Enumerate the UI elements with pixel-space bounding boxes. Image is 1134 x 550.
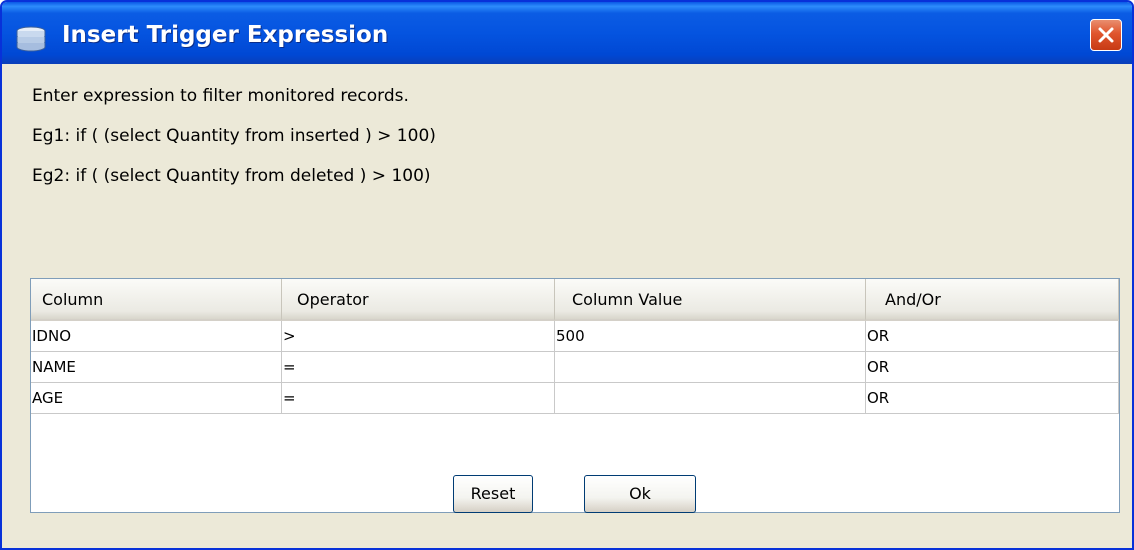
cell-column-value[interactable]: [555, 383, 866, 414]
cell-column-value[interactable]: 500: [555, 321, 866, 352]
instruction-text: Enter expression to filter monitored rec…: [32, 86, 409, 106]
database-icon: [16, 26, 46, 52]
cell-and-or[interactable]: OR: [866, 352, 1119, 383]
window-title: Insert Trigger Expression: [62, 22, 389, 48]
column-header-column[interactable]: Column: [31, 279, 282, 321]
dialog-window: Insert Trigger Expression Enter expressi…: [0, 0, 1134, 550]
cell-column[interactable]: AGE: [31, 383, 282, 414]
dialog-content: Enter expression to filter monitored rec…: [2, 64, 1132, 548]
table-header: Column Operator Column Value And/Or: [31, 279, 1119, 321]
cell-operator[interactable]: >: [282, 321, 555, 352]
column-header-operator[interactable]: Operator: [282, 279, 555, 321]
reset-button[interactable]: Reset: [453, 475, 533, 513]
cell-column[interactable]: NAME: [31, 352, 282, 383]
table-row[interactable]: NAME = OR: [31, 352, 1119, 383]
ok-button[interactable]: Ok: [584, 475, 696, 513]
close-icon: [1098, 27, 1114, 43]
title-bar[interactable]: Insert Trigger Expression: [2, 2, 1132, 64]
cell-column-value[interactable]: [555, 352, 866, 383]
example-2-text: Eg2: if ( (select Quantity from deleted …: [32, 166, 431, 186]
cell-operator[interactable]: =: [282, 383, 555, 414]
example-1-text: Eg1: if ( (select Quantity from inserted…: [32, 126, 436, 146]
cell-and-or[interactable]: OR: [866, 321, 1119, 352]
cell-column[interactable]: IDNO: [31, 321, 282, 352]
cell-and-or[interactable]: OR: [866, 383, 1119, 414]
table-row[interactable]: IDNO > 500 OR: [31, 321, 1119, 352]
expression-table[interactable]: Column Operator Column Value And/Or IDNO…: [30, 278, 1120, 513]
close-button[interactable]: [1090, 19, 1122, 51]
column-header-column-value[interactable]: Column Value: [555, 279, 866, 321]
cell-operator[interactable]: =: [282, 352, 555, 383]
column-header-and-or[interactable]: And/Or: [866, 279, 1119, 321]
table-row[interactable]: AGE = OR: [31, 383, 1119, 414]
